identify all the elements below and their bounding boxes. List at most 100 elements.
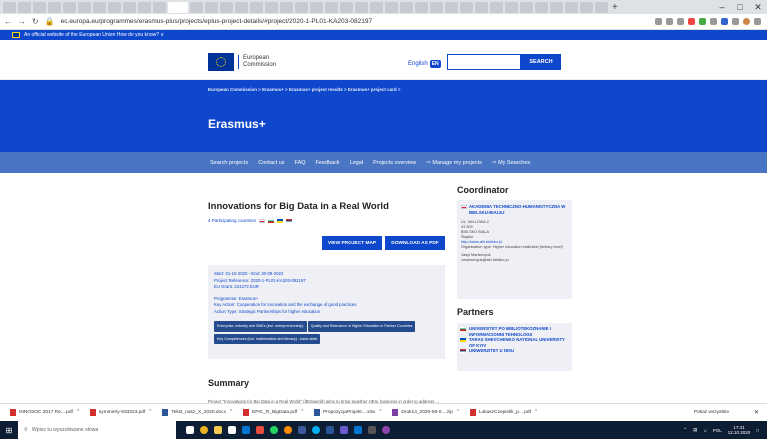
extension-icon[interactable] <box>721 18 728 25</box>
menu-item-projects-overview[interactable]: Projects overview <box>373 160 416 166</box>
contact-email[interactable]: vmartsenyuk@ath.bielsko.pl <box>461 258 568 263</box>
language-selector[interactable]: English EN <box>408 60 441 68</box>
extension-icon[interactable] <box>732 18 739 25</box>
browser-tab[interactable] <box>415 1 428 13</box>
menu-item-manage-projects[interactable]: ⇨ Manage my projects <box>426 160 482 166</box>
taskbar-search-input[interactable]: ⚲ Wpisz tu wyszukiwane słowa <box>18 421 176 439</box>
zoom-icon[interactable] <box>655 18 662 25</box>
app-icon[interactable] <box>354 426 362 434</box>
extension-icon[interactable] <box>688 18 695 25</box>
word-icon[interactable] <box>326 426 334 434</box>
maximize-icon[interactable]: □ <box>731 2 749 12</box>
browser-tab[interactable] <box>295 1 308 13</box>
browser-tab[interactable] <box>505 1 518 13</box>
browser-tab[interactable] <box>48 1 61 13</box>
browser-tab-active[interactable] <box>168 1 188 13</box>
volume-icon[interactable]: ♫ <box>703 428 706 433</box>
chevron-up-icon[interactable]: ⌃ <box>456 410 460 415</box>
app-icon[interactable] <box>256 426 264 434</box>
menu-item-legal[interactable]: Legal <box>350 160 363 166</box>
download-item[interactable]: Tekst_nasz_X_2020.docx ⌃ <box>162 409 233 416</box>
browser-tab[interactable] <box>138 1 151 13</box>
extension-icon[interactable] <box>710 18 717 25</box>
browser-tab[interactable] <box>445 1 458 13</box>
windows-start-icon[interactable]: ⊞ <box>0 421 18 439</box>
app-icon[interactable] <box>368 426 376 434</box>
partner-item[interactable]: UNIVERSITET PO BIBLIOTEKOZNANIE I INFORM… <box>460 326 569 337</box>
search-button[interactable]: SEARCH <box>521 54 561 70</box>
browser-tab[interactable] <box>18 1 31 13</box>
app-icon[interactable] <box>340 426 348 434</box>
download-pdf-button[interactable]: DOWNLOAD AS PDF <box>385 236 445 250</box>
close-icon[interactable]: ✕ <box>754 409 759 416</box>
browser-tab[interactable] <box>250 1 263 13</box>
menu-item-faq[interactable]: FAQ <box>295 160 306 166</box>
chrome-icon[interactable] <box>200 426 208 434</box>
task-view-icon[interactable] <box>186 426 194 434</box>
forward-icon[interactable]: → <box>18 17 26 26</box>
browser-tab[interactable] <box>565 1 578 13</box>
browser-tab[interactable] <box>520 1 533 13</box>
browser-tab[interactable] <box>265 1 278 13</box>
browser-tab[interactable] <box>78 1 91 13</box>
reload-icon[interactable]: ↻ <box>32 17 39 26</box>
menu-item-search-projects[interactable]: Search projects <box>210 160 248 166</box>
browser-tab[interactable] <box>63 1 76 13</box>
topic-chip[interactable]: Quality and Relevance of Higher Educatio… <box>307 321 416 332</box>
eu-official-banner[interactable]: An official website of the European Unio… <box>0 30 767 40</box>
topic-chip[interactable]: Enterprise, industry and SMEs (incl. ent… <box>214 321 307 332</box>
network-icon[interactable]: ▤ <box>693 427 697 433</box>
explorer-icon[interactable] <box>214 426 222 434</box>
browser-tab[interactable] <box>33 1 46 13</box>
show-all-downloads-button[interactable]: Pokaż wszystkie <box>694 410 729 415</box>
chevron-up-icon[interactable]: ⌃ <box>378 410 382 415</box>
browser-tab[interactable] <box>400 1 413 13</box>
download-item[interactable]: INNOSOC 2017 Re....pdf ⌃ <box>10 409 80 416</box>
browser-tab[interactable] <box>153 1 166 13</box>
chevron-up-icon[interactable]: ⌃ <box>229 410 233 415</box>
browser-tab[interactable] <box>108 1 121 13</box>
browser-tab[interactable] <box>205 1 218 13</box>
skype-icon[interactable] <box>312 426 320 434</box>
chevron-up-icon[interactable]: ⌃ <box>300 410 304 415</box>
tray-up-icon[interactable]: ⌃ <box>683 427 687 433</box>
partner-name[interactable]: TARAS SHEVCHENKO NATIONAL UNIVERSITY OF … <box>469 337 569 348</box>
browser-tab[interactable] <box>310 1 323 13</box>
browser-tab[interactable] <box>93 1 106 13</box>
menu-item-contact[interactable]: Contact us <box>258 160 284 166</box>
browser-tab[interactable] <box>235 1 248 13</box>
browser-tab[interactable] <box>460 1 473 13</box>
browser-tab[interactable] <box>370 1 383 13</box>
minimize-icon[interactable]: – <box>713 2 731 12</box>
menu-item-my-searches[interactable]: ⇨ My Searches <box>492 160 530 166</box>
browser-tab[interactable] <box>190 1 203 13</box>
extension-icon[interactable] <box>677 18 684 25</box>
input-language[interactable]: POL <box>713 428 722 433</box>
app-icon[interactable] <box>382 426 390 434</box>
partner-name[interactable]: UNIWERZITET U NISU <box>469 348 514 354</box>
browser-tab[interactable] <box>3 1 16 13</box>
browser-tab[interactable] <box>385 1 398 13</box>
browser-tab[interactable] <box>123 1 136 13</box>
browser-tab[interactable] <box>220 1 233 13</box>
browser-tab[interactable] <box>550 1 563 13</box>
avatar[interactable] <box>743 18 750 25</box>
view-project-map-button[interactable]: VIEW PROJECT MAP <box>322 236 382 250</box>
store-icon[interactable] <box>228 426 236 434</box>
breadcrumb[interactable]: European Commission > Erasmus+ > Erasmus… <box>208 87 400 92</box>
browser-tab[interactable] <box>340 1 353 13</box>
download-item[interactable]: symmetry-933323.pdf ⌃ <box>89 409 152 416</box>
chevron-up-icon[interactable]: ⌃ <box>534 410 538 415</box>
new-tab-icon[interactable]: + <box>612 2 618 13</box>
extension-icon[interactable] <box>699 18 706 25</box>
browser-tab[interactable] <box>355 1 368 13</box>
browser-tab[interactable] <box>430 1 443 13</box>
whatsapp-icon[interactable] <box>270 426 278 434</box>
browser-tab[interactable] <box>325 1 338 13</box>
star-icon[interactable] <box>666 18 673 25</box>
url-field[interactable]: ec.europa.eu/programmes/erasmus-plus/pro… <box>61 18 649 25</box>
browser-tab[interactable] <box>535 1 548 13</box>
menu-item-feedback[interactable]: Feedback <box>316 160 340 166</box>
browser-tab[interactable] <box>490 1 503 13</box>
browser-tab[interactable] <box>475 1 488 13</box>
